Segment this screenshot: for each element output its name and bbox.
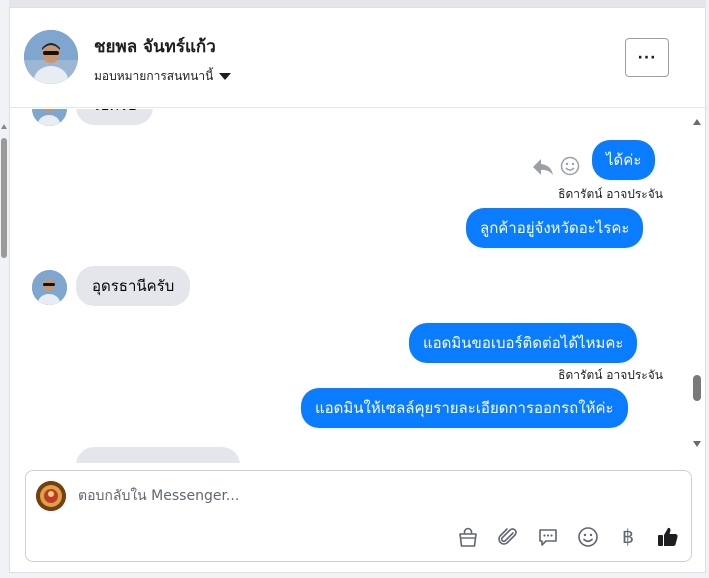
message-bubble-outgoing[interactable]: แอดมินขอเบอร์ติดต่อได้ไหมคะ: [409, 323, 638, 363]
paperclip-icon[interactable]: [495, 524, 521, 550]
message-bubble-outgoing[interactable]: ได้ค่ะ: [592, 140, 656, 180]
message-bubble-outgoing[interactable]: ลูกค้าอยู่จังหวัดอะไรคะ: [466, 208, 644, 248]
thumbs-up-icon[interactable]: [655, 524, 681, 550]
reply-composer: ฿: [25, 470, 692, 562]
message-bubble-incoming[interactable]: ไปครับ: [76, 109, 153, 125]
page-scrollbar[interactable]: [0, 0, 9, 578]
message-bubble-outgoing[interactable]: แอดมินให้เซลล์คุยรายละเอียดการออกรถให้ค่…: [301, 388, 628, 428]
message-bubble-incoming-partial[interactable]: [76, 447, 240, 463]
assign-label: มอบหมายการสนทนานี้: [94, 69, 214, 83]
message-scrollbar[interactable]: [690, 117, 704, 453]
sender-name: ธิดารัตน์ อาจประจัน: [558, 368, 663, 382]
contact-avatar[interactable]: [24, 30, 78, 84]
chevron-down-icon: [219, 73, 232, 80]
contact-avatar-small: [32, 109, 67, 126]
react-smile-icon[interactable]: [560, 156, 580, 180]
baht-symbol: ฿: [621, 526, 635, 548]
message-scroll-thumb[interactable]: [693, 375, 701, 401]
shopping-bag-icon[interactable]: [455, 524, 481, 550]
assign-conversation-dropdown[interactable]: มอบหมายการสนทนานี้: [94, 67, 232, 86]
reply-icon[interactable]: [532, 157, 554, 181]
saved-reply-icon[interactable]: [535, 524, 561, 550]
contact-name[interactable]: ชยพล จันทร์แก้ว: [94, 33, 216, 60]
conversation-panel: ชยพล จันทร์แก้ว มอบหมายการสนทนานี้ ··· ไ…: [9, 7, 707, 573]
sender-name: ธิดารัตน์ อาจประจัน: [558, 187, 663, 201]
scroll-down-arrow[interactable]: [693, 441, 701, 447]
baht-icon[interactable]: ฿: [615, 524, 641, 550]
scroll-up-arrow[interactable]: [693, 119, 701, 125]
page-avatar: [36, 481, 66, 511]
contact-avatar-small: [32, 270, 67, 305]
message-bubble-incoming[interactable]: อุดรธานีครับ: [76, 266, 191, 306]
more-options-button[interactable]: ···: [625, 38, 669, 77]
reply-input[interactable]: [78, 485, 678, 507]
emoji-icon[interactable]: [575, 524, 601, 550]
composer-toolbar: ฿: [455, 523, 681, 551]
page-scroll-up-arrow[interactable]: [1, 124, 7, 129]
conversation-header: ชยพล จันทร์แก้ว มอบหมายการสนทนานี้ ···: [10, 8, 707, 108]
page-scroll-thumb[interactable]: [1, 138, 7, 258]
message-list: ไปครับ ได้ค่ะ ธิดารัตน์ อาจประจัน ลูกค้า…: [10, 109, 707, 463]
top-strip: [9, 0, 706, 7]
